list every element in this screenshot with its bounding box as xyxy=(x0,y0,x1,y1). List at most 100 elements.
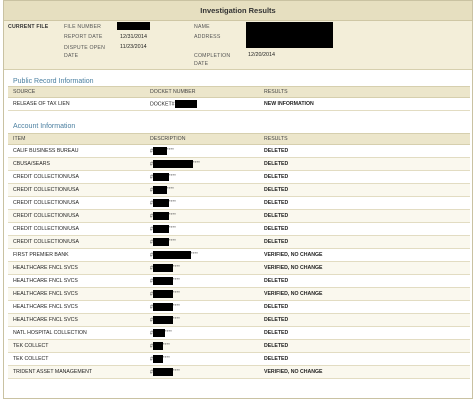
result-cell: DELETED xyxy=(259,235,470,249)
result-cell: DELETED xyxy=(259,222,470,236)
table-row: HEALTHCARE FNCL SVCS # **** DELETED xyxy=(8,313,470,327)
result-cell: DELETED xyxy=(259,170,470,184)
table-row: CREDIT COLLECTION/USA # **** DELETED xyxy=(8,170,470,184)
file-summary: CURRENT FILE FILE NUMBER REPORT DATE 12/… xyxy=(4,21,472,70)
masked-digits: **** xyxy=(168,199,176,204)
masked-digits: **** xyxy=(164,329,172,334)
item-cell: TEK COLLECT xyxy=(8,339,145,353)
col-description: DESCRIPTION xyxy=(145,133,259,145)
result-cell: DELETED xyxy=(259,209,470,223)
description-cell: # **** xyxy=(145,287,259,301)
table-row: HEALTHCARE FNCL SVCS # **** VERIFIED, NO CH… xyxy=(8,287,470,301)
redacted-account-number xyxy=(152,303,173,311)
masked-digits: **** xyxy=(168,225,176,230)
redacted-account-number xyxy=(152,368,173,376)
description-cell: # **** xyxy=(145,300,259,314)
table-row: TRIDENT ASSET MANAGEMENT # **** VERIFIED, N… xyxy=(8,365,470,379)
redacted-account-number xyxy=(152,264,173,272)
redacted-account-number xyxy=(152,329,165,337)
item-cell: CBUSA/SEARS xyxy=(8,157,145,171)
description-cell: # **** xyxy=(145,339,259,353)
redacted-account-number xyxy=(152,342,163,350)
redacted-account-number xyxy=(152,355,163,363)
table-row: TEK COLLECT # **** DELETED xyxy=(8,352,470,366)
redacted-account-number xyxy=(152,225,169,233)
table-row: TEK COLLECT # **** DELETED xyxy=(8,339,470,353)
result-cell: DELETED xyxy=(259,352,470,366)
description-cell: # **** xyxy=(145,209,259,223)
redacted-account-number xyxy=(152,186,167,194)
item-cell: HEALTHCARE FNCL SVCS xyxy=(8,261,145,275)
item-cell: CALIF BUSINESS BUREAU xyxy=(8,144,145,158)
masked-digits: **** xyxy=(162,342,170,347)
col-docket-number: DOCKET NUMBER xyxy=(145,86,259,98)
completion-date-label: COMPLETION DATE xyxy=(194,53,231,67)
description-cell: # **** xyxy=(145,274,259,288)
account-info-table: ITEM DESCRIPTION RESULTS CALIF BUSINESS … xyxy=(8,133,470,379)
name-label: NAME xyxy=(194,24,210,30)
item-cell: FIRST PREMIER BANK xyxy=(8,248,145,262)
redacted-account-number xyxy=(152,147,167,155)
source-cell: RELEASE OF TAX LIEN xyxy=(8,97,145,111)
table-row: NATL HOSPITAL COLLECTION # **** DELETED xyxy=(8,326,470,340)
current-file-label: CURRENT FILE xyxy=(8,24,49,30)
redacted-account-number xyxy=(152,160,193,168)
report-date-label: REPORT DATE xyxy=(64,34,103,40)
col-item: ITEM xyxy=(8,133,145,145)
public-record-table: SOURCE DOCKET NUMBER RESULTS RELEASE OF … xyxy=(8,86,470,111)
result-cell: DELETED xyxy=(259,339,470,353)
file-number-label: FILE NUMBER xyxy=(64,24,102,30)
redacted-account-number xyxy=(152,290,173,298)
item-cell: HEALTHCARE FNCL SVCS xyxy=(8,287,145,301)
masked-digits: **** xyxy=(168,212,176,217)
description-cell: # **** xyxy=(145,261,259,275)
dispute-open-label: DISPUTE OPEN DATE xyxy=(64,45,106,59)
table-row: CREDIT COLLECTION/USA # **** DELETED xyxy=(8,209,470,223)
redacted-file-number xyxy=(117,22,150,30)
item-cell: HEALTHCARE FNCL SVCS xyxy=(8,313,145,327)
redacted-account-number xyxy=(152,238,169,246)
description-cell: # **** xyxy=(145,248,259,262)
description-cell: # **** xyxy=(145,196,259,210)
result-cell: VERIFIED, NO CHANGE xyxy=(259,365,470,379)
public-record-heading: Public Record Information xyxy=(13,78,94,85)
page-title: Investigation Results xyxy=(4,1,472,21)
result-cell: DELETED xyxy=(259,274,470,288)
masked-digits: **** xyxy=(168,173,176,178)
item-cell: HEALTHCARE FNCL SVCS xyxy=(8,300,145,314)
masked-digits: **** xyxy=(162,355,170,360)
description-cell: # **** xyxy=(145,365,259,379)
redacted-account-number xyxy=(152,212,169,220)
description-cell: # **** xyxy=(145,170,259,184)
investigation-results-panel: Investigation Results CURRENT FILE FILE … xyxy=(3,0,473,399)
masked-digits: **** xyxy=(172,264,180,269)
item-cell: CREDIT COLLECTION/USA xyxy=(8,235,145,249)
masked-digits: **** xyxy=(166,186,174,191)
account-info-heading: Account Information xyxy=(13,123,76,130)
masked-digits: **** xyxy=(192,160,200,165)
dispute-open-value: 11/23/2014 xyxy=(120,44,147,50)
result-cell: NEW INFORMATION xyxy=(259,97,470,111)
redacted-docket xyxy=(174,100,197,108)
description-cell: # **** xyxy=(145,352,259,366)
table-row: CREDIT COLLECTION/USA # **** DELETED xyxy=(8,222,470,236)
description-cell: # **** xyxy=(145,313,259,327)
table-row: RELEASE OF TAX LIEN DOCKET# NEW INFORMAT… xyxy=(8,97,470,111)
result-cell: DELETED xyxy=(259,196,470,210)
item-cell: CREDIT COLLECTION/USA xyxy=(8,209,145,223)
item-cell: HEALTHCARE FNCL SVCS xyxy=(8,274,145,288)
masked-digits: **** xyxy=(168,238,176,243)
report-date-value: 12/31/2014 xyxy=(120,34,147,40)
table-row: CREDIT COLLECTION/USA # **** DELETED xyxy=(8,183,470,197)
result-cell: DELETED xyxy=(259,313,470,327)
item-cell: CREDIT COLLECTION/USA xyxy=(8,183,145,197)
masked-digits: **** xyxy=(190,251,198,256)
masked-digits: **** xyxy=(172,368,180,373)
redacted-account-number xyxy=(152,199,169,207)
redacted-account-number xyxy=(152,316,173,324)
description-cell: # **** xyxy=(145,235,259,249)
description-cell: # **** xyxy=(145,222,259,236)
redacted-account-number xyxy=(152,277,173,285)
description-cell: # **** xyxy=(145,326,259,340)
item-cell: CREDIT COLLECTION/USA xyxy=(8,170,145,184)
